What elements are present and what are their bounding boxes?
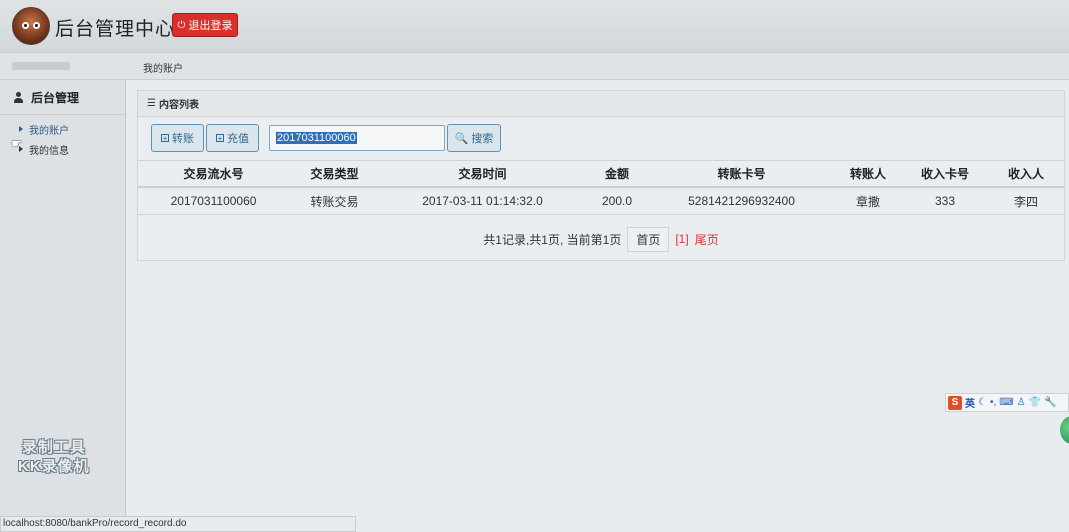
sidebar-section-header[interactable]: 后台管理 — [0, 80, 125, 115]
top-header: 后台管理中心 ⏻ 退出登录 — [0, 0, 1069, 53]
logout-button[interactable]: ⏻ 退出登录 — [172, 13, 238, 37]
column-header: 转账人 — [834, 160, 902, 188]
search-input-value: 2017031100060 — [276, 132, 357, 144]
moon-icon[interactable]: ☾ — [978, 397, 987, 408]
shirt-icon[interactable]: 👕 — [1029, 397, 1041, 408]
plus-square-icon: + — [161, 134, 169, 143]
table-cell: 李四 — [988, 187, 1064, 215]
avatar-eye-icon — [22, 22, 29, 29]
current-page-marker[interactable]: [1] — [675, 232, 688, 246]
column-header: 交易类型 — [289, 160, 380, 188]
table-row[interactable]: 2017031100060 转账交易 2017-03-11 01:14:32.0… — [138, 187, 1064, 215]
breadcrumb: 我的账户 — [143, 64, 183, 75]
table-cell: 200.0 — [585, 187, 649, 215]
column-header: 交易流水号 — [138, 160, 289, 188]
ime-language-toggle[interactable]: 英 — [965, 395, 975, 410]
browser-status-url: localhost:8080/bankPro/record_record.do — [0, 516, 356, 532]
table-cell: 333 — [902, 187, 988, 215]
sidebar-item-label: 我的账户 — [29, 125, 69, 137]
pagination-summary: 共1记录,共1页, 当前第1页 — [483, 232, 622, 247]
watermark-line: KK录像机 — [18, 458, 90, 475]
column-header: 转账卡号 — [649, 160, 834, 188]
search-label: 搜索 — [471, 133, 494, 145]
sogou-logo-icon[interactable]: S — [948, 395, 962, 410]
first-page-button[interactable]: 首页 — [627, 226, 670, 252]
search-icon: 🔍 — [454, 132, 469, 145]
floating-widget-icon[interactable] — [1060, 416, 1069, 444]
user-icon — [14, 91, 23, 103]
table-cell: 2017-03-11 01:14:32.0 — [380, 187, 585, 215]
caret-right-icon — [19, 126, 23, 132]
table-cell: 5281421296932400 — [649, 187, 834, 215]
table-cell: 章撒 — [834, 187, 902, 215]
recharge-label: 充值 — [227, 133, 249, 145]
punctuation-icon[interactable]: •, — [990, 397, 996, 408]
column-header: 收入卡号 — [902, 160, 988, 188]
column-header: 收入人 — [988, 160, 1064, 188]
transfer-label: 转账 — [172, 133, 194, 145]
user-icon[interactable]: ♙ — [1017, 397, 1026, 408]
avatar-eye-icon — [33, 22, 40, 29]
table-cell: 2017031100060 — [138, 187, 289, 215]
table-cell: 转账交易 — [289, 187, 380, 215]
recharge-button[interactable]: + 充值 — [206, 124, 259, 152]
breadcrumb-bar: 我的账户 — [0, 53, 1069, 80]
avatar — [12, 7, 50, 45]
sidebar-item-label: 我的信息 — [29, 145, 69, 157]
last-page-link[interactable]: 尾页 — [695, 231, 719, 248]
pagination: 共1记录,共1页, 当前第1页 首页 [1] 尾页 — [138, 226, 1064, 252]
keyboard-icon[interactable]: ⌨ — [999, 397, 1013, 408]
transfer-button[interactable]: + 转账 — [151, 124, 204, 152]
ime-toolbar: S 英 ☾ •, ⌨ ♙ 👕 🔧 — [945, 393, 1069, 412]
list-icon: ☰ — [147, 98, 156, 109]
logout-label: 退出登录 — [188, 20, 233, 32]
watermark-line: 录制工具 — [21, 439, 86, 456]
plus-square-icon: + — [216, 134, 224, 143]
app-title: 后台管理中心 — [55, 19, 176, 40]
recorder-watermark: 录制工具 KK录像机 — [18, 438, 90, 476]
column-header: 金额 — [585, 160, 649, 188]
search-input[interactable]: 2017031100060 — [269, 125, 445, 151]
hand-cursor-icon: ☛ — [11, 136, 23, 151]
table-header-row: 交易流水号 交易类型 交易时间 金额 转账卡号 转账人 收入卡号 收入人 — [138, 160, 1064, 188]
power-icon: ⏻ — [177, 19, 186, 31]
column-header: 交易时间 — [380, 160, 585, 188]
sidebar-section-title: 后台管理 — [31, 90, 80, 105]
transaction-table: 交易流水号 交易类型 交易时间 金额 转账卡号 转账人 收入卡号 收入人 201… — [138, 160, 1064, 215]
panel-title: 内容列表 — [158, 100, 199, 111]
panel-header: ☰ 内容列表 — [138, 91, 1064, 117]
search-button[interactable]: 🔍 搜索 — [447, 124, 501, 152]
content-panel: ☰ 内容列表 + 转账 + 充值 2017031100060 🔍 搜索 交易流水… — [137, 90, 1065, 261]
wrench-icon[interactable]: 🔧 — [1044, 397, 1056, 408]
blurred-placeholder — [12, 62, 70, 70]
